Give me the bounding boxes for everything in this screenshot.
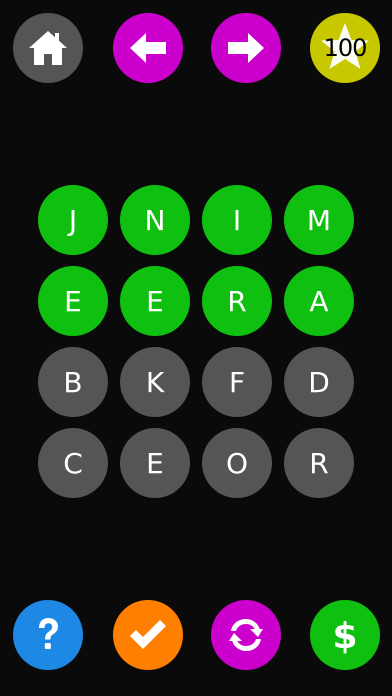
letter-tile-selected[interactable]: J [38, 185, 108, 255]
letter-tile-available[interactable]: K [120, 347, 190, 417]
arrow-right-icon [228, 33, 264, 63]
home-button[interactable] [13, 13, 83, 83]
letter-tile-selected[interactable]: N [120, 185, 190, 255]
svg-text:$: $ [332, 616, 357, 657]
game-screen: 100 JNIMEERABKFDCEOR $ [0, 0, 392, 696]
letter-tile-available[interactable]: B [38, 347, 108, 417]
previous-level-button[interactable] [113, 13, 183, 83]
house-icon [29, 31, 67, 65]
letter-tile-available[interactable]: O [202, 428, 272, 498]
help-button[interactable] [13, 600, 83, 670]
letter-tile-available[interactable]: C [38, 428, 108, 498]
score-value: 100 [323, 34, 368, 62]
question-mark-icon [39, 618, 58, 649]
letter-tile-available[interactable]: F [202, 347, 272, 417]
letter-tile-selected[interactable]: R [202, 266, 272, 336]
letter-tile-available[interactable]: D [284, 347, 354, 417]
arrow-left-icon [130, 33, 166, 63]
letter-tile-selected[interactable]: A [284, 266, 354, 336]
letter-tile-selected[interactable]: E [120, 266, 190, 336]
letter-tile-selected[interactable]: I [202, 185, 272, 255]
letter-tile-available[interactable]: E [120, 428, 190, 498]
score-badge: 100 [310, 13, 380, 83]
next-level-button[interactable] [211, 13, 281, 83]
letter-tile-selected[interactable]: M [284, 185, 354, 255]
letter-tile-selected[interactable]: E [38, 266, 108, 336]
letter-tile-available[interactable]: R [284, 428, 354, 498]
submit-word-button[interactable] [113, 600, 183, 670]
refresh-icon [229, 619, 263, 651]
shuffle-button[interactable] [211, 600, 281, 670]
store-button[interactable]: $ [310, 600, 380, 670]
letter-grid: JNIMEERABKFDCEOR [38, 185, 356, 498]
checkmark-icon [130, 620, 166, 649]
dollar-icon: $ [332, 616, 357, 657]
